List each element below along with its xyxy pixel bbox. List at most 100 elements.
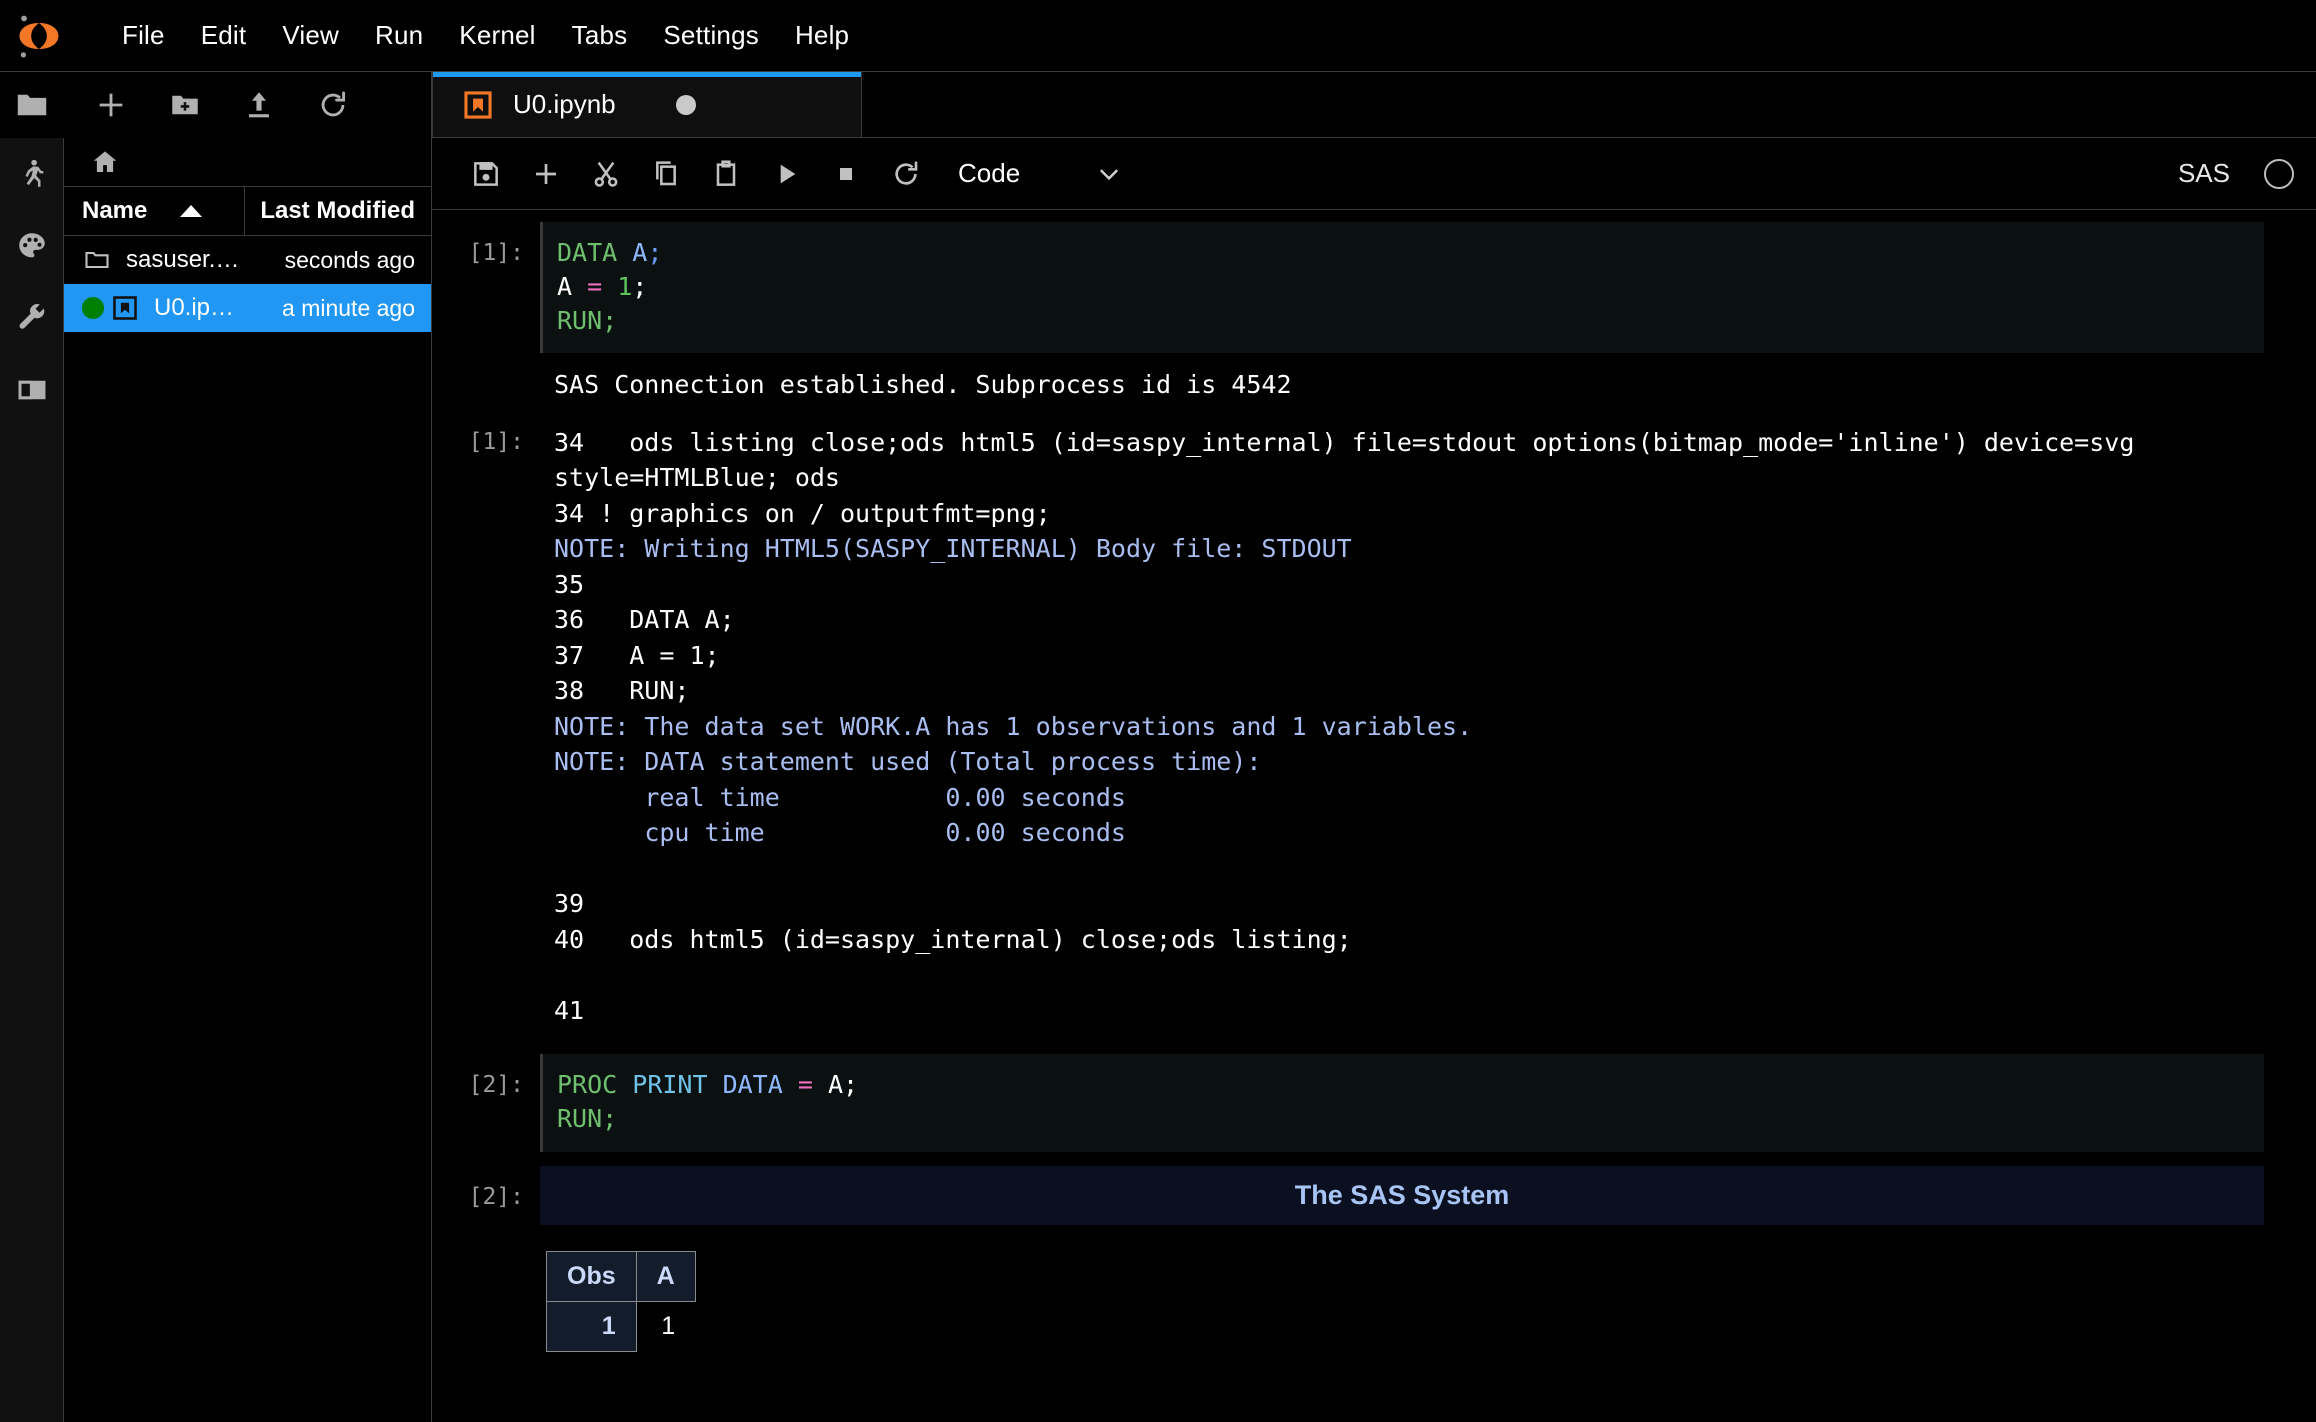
- notebook-cell[interactable]: [2]: The SAS System Obs A: [432, 1166, 2316, 1352]
- file-modified-label: seconds ago: [245, 247, 431, 274]
- stop-button[interactable]: [816, 146, 876, 202]
- copy-button[interactable]: [636, 146, 696, 202]
- file-name-label: sasuser.v94: [126, 246, 245, 274]
- table-head: Obs A: [547, 1251, 696, 1301]
- cell-prompt: [1]:: [432, 411, 540, 455]
- cell-prompt: [1]:: [432, 222, 540, 266]
- output-line: NOTE: Writing HTML5(SASPY_INTERNAL) Body…: [554, 531, 2264, 567]
- column-header-obs: Obs: [547, 1251, 637, 1301]
- tab-bar: U0.ipynb: [432, 72, 2316, 138]
- kernel-name-label[interactable]: SAS: [2178, 158, 2230, 189]
- tab-label: U0.ipynb: [513, 89, 616, 120]
- file-name-label: U0.ipynb: [154, 294, 245, 322]
- notebook-cells-container[interactable]: [1]: DATA A; A = 1; RUN; SAS Connection …: [432, 210, 2316, 1422]
- menu-items: File Edit View Run Kernel Tabs Settings …: [104, 12, 867, 59]
- column-header-name[interactable]: Name: [64, 187, 245, 235]
- menu-item-kernel[interactable]: Kernel: [441, 12, 553, 59]
- insert-cell-button[interactable]: [516, 146, 576, 202]
- table-row: 1 1: [547, 1301, 696, 1351]
- cell-type-dropdown[interactable]: Code: [958, 158, 1124, 189]
- code-token: DATA: [723, 1070, 798, 1099]
- main-body: Name Last Modified sasuser.v94: [0, 72, 2316, 1422]
- code-line: RUN;: [557, 304, 2264, 338]
- sidebar-item-property-inspector[interactable]: [0, 282, 64, 354]
- menu-item-tabs[interactable]: Tabs: [554, 12, 646, 59]
- output-line: 40 ods html5 (id=saspy_internal) close;o…: [554, 922, 2264, 958]
- menu-item-edit[interactable]: Edit: [183, 12, 265, 59]
- code-token: 1: [617, 272, 632, 301]
- output-line: [554, 851, 2264, 887]
- sidebar-item-file-browser[interactable]: [0, 72, 64, 138]
- sort-ascending-icon: [180, 205, 202, 217]
- column-header-last-modified-label: Last Modified: [260, 197, 415, 225]
- output-line: real time 0.00 seconds: [554, 780, 2264, 816]
- cell-type-value: Code: [958, 158, 1020, 189]
- output-line: 34 ! graphics on / outputfmt=png;: [554, 496, 2264, 532]
- jupyterlab-app: File Edit View Run Kernel Tabs Settings …: [0, 0, 2316, 1422]
- main-dock-area: U0.ipynb: [432, 72, 2316, 1422]
- notebook-icon: [461, 88, 495, 122]
- new-folder-icon[interactable]: [148, 78, 222, 132]
- kernel-status-area: SAS: [2178, 158, 2294, 189]
- code-line: RUN;: [557, 1102, 2264, 1136]
- activity-bar: [0, 72, 64, 1422]
- notebook-cell[interactable]: [2]: PROC PRINT DATA = A; RUN;: [432, 1054, 2316, 1152]
- list-item[interactable]: U0.ipynb a minute ago: [64, 284, 431, 332]
- cell-input-area[interactable]: DATA A; A = 1; RUN;: [540, 222, 2264, 353]
- code-line: PROC PRINT DATA = A;: [557, 1068, 2264, 1102]
- code-token: RUN;: [557, 1104, 617, 1133]
- home-icon: [90, 147, 120, 177]
- menu-item-run[interactable]: Run: [357, 12, 441, 59]
- new-launcher-icon[interactable]: [74, 78, 148, 132]
- sidebar-item-running-kernels[interactable]: [0, 138, 64, 210]
- code-token: ;: [647, 238, 662, 267]
- menu-bar: File Edit View Run Kernel Tabs Settings …: [0, 0, 2316, 72]
- jupyter-logo-icon: [10, 7, 68, 65]
- notebook-toolbar: Code SAS: [432, 138, 2316, 210]
- refresh-icon[interactable]: [296, 78, 370, 132]
- file-browser-panel: Name Last Modified sasuser.v94: [64, 72, 432, 1422]
- output-line: 39: [554, 886, 2264, 922]
- chevron-down-icon: [1094, 159, 1124, 189]
- column-header-last-modified[interactable]: Last Modified: [245, 187, 431, 235]
- upload-icon[interactable]: [222, 78, 296, 132]
- paste-button[interactable]: [696, 146, 756, 202]
- sidebar-item-extension-palette[interactable]: [0, 210, 64, 282]
- cut-button[interactable]: [576, 146, 636, 202]
- column-header-a: A: [636, 1251, 695, 1301]
- sas-system-title: The SAS System: [1295, 1180, 1510, 1210]
- output-line: 36 DATA A;: [554, 602, 2264, 638]
- code-token: DATA: [557, 238, 632, 267]
- kernel-status-circle[interactable]: [2264, 159, 2294, 189]
- notebook-cell[interactable]: [1]: 34 ods listing close;ods html5 (id=…: [432, 411, 2316, 1037]
- output-line: 37 A = 1;: [554, 638, 2264, 674]
- cell-obs: 1: [547, 1301, 637, 1351]
- cell-body: PROC PRINT DATA = A; RUN;: [540, 1054, 2316, 1152]
- code-token: =: [798, 1070, 813, 1099]
- tab-u0-notebook[interactable]: U0.ipynb: [432, 72, 862, 137]
- code-line: A = 1;: [557, 270, 2264, 304]
- cell-input-area[interactable]: PROC PRINT DATA = A; RUN;: [540, 1054, 2264, 1152]
- cell-body: 34 ods listing close;ods html5 (id=saspy…: [540, 411, 2316, 1037]
- output-line: cpu time 0.00 seconds: [554, 815, 2264, 851]
- restart-button[interactable]: [876, 146, 936, 202]
- notebook-icon: [110, 293, 140, 323]
- run-button[interactable]: [756, 146, 816, 202]
- list-item[interactable]: sasuser.v94 seconds ago: [64, 236, 431, 284]
- menu-item-settings[interactable]: Settings: [645, 12, 777, 59]
- cell-prompt: [2]:: [432, 1054, 540, 1098]
- output-line: 34 ods listing close;ods html5 (id=saspy…: [554, 425, 2264, 496]
- menu-item-view[interactable]: View: [264, 12, 357, 59]
- unsaved-changes-indicator[interactable]: [676, 95, 696, 115]
- code-token: =: [587, 272, 602, 301]
- sas-result-table: Obs A 1 1: [546, 1251, 696, 1352]
- save-button[interactable]: [456, 146, 516, 202]
- notebook-cell[interactable]: [1]: DATA A; A = 1; RUN; SAS Connection …: [432, 222, 2316, 411]
- running-indicator-dot: [82, 297, 104, 319]
- menu-item-help[interactable]: Help: [777, 12, 867, 59]
- breadcrumb[interactable]: [64, 138, 431, 186]
- sidebar-item-table-of-contents[interactable]: [0, 354, 64, 426]
- code-token: ;: [632, 272, 647, 301]
- menu-item-file[interactable]: File: [104, 12, 183, 59]
- output-line: NOTE: DATA statement used (Total process…: [554, 744, 2264, 780]
